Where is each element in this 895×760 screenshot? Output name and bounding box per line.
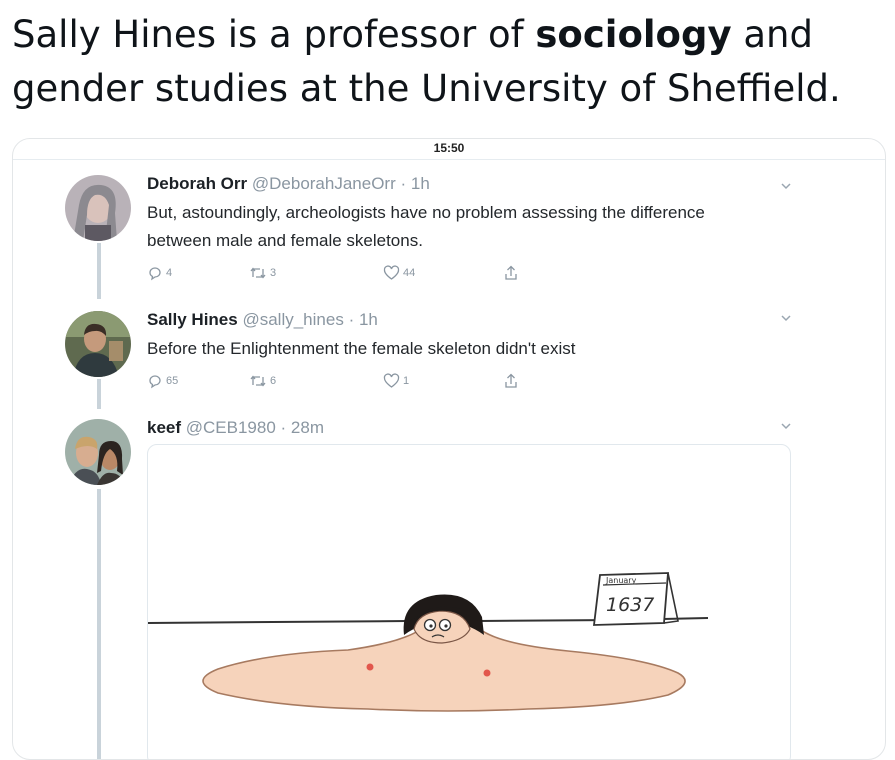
author-handle[interactable]: @sally_hines [242, 310, 343, 329]
divider [13, 159, 885, 160]
avatar[interactable] [65, 175, 131, 241]
chevron-down-icon[interactable] [779, 179, 793, 193]
embedded-screenshot: 15:50 Deborah Orr @DeborahJaneOrr · 1h B… [12, 138, 886, 760]
tweet-text: But, astoundingly, archeologists have no… [147, 203, 705, 250]
status-bar-time: 15:50 [433, 141, 465, 155]
avatar[interactable] [65, 419, 131, 485]
tweet-header: Sally Hines @sally_hines · 1h [147, 309, 865, 331]
like-button[interactable]: 1 [383, 373, 409, 389]
share-icon [503, 373, 519, 389]
reply-count: 65 [166, 375, 179, 387]
author-handle[interactable]: @CEB1980 [186, 418, 276, 437]
author-name[interactable]: Deborah Orr [147, 174, 247, 193]
retweet-icon [249, 265, 267, 281]
retweet-count: 6 [270, 375, 277, 387]
reply-icon [147, 373, 163, 389]
reply-icon [147, 265, 163, 281]
tweet-header: keef @CEB1980 · 28m [147, 417, 865, 439]
avatar[interactable] [65, 311, 131, 377]
retweet-button[interactable]: 6 [249, 373, 276, 389]
tweet[interactable]: Deborah Orr @DeborahJaneOrr · 1h But, as… [147, 173, 865, 255]
retweet-button[interactable]: 3 [249, 265, 276, 281]
like-icon [383, 373, 400, 389]
tweet-actions: 4 3 44 [147, 265, 547, 285]
share-icon [503, 265, 519, 281]
tweet-media-cartoon[interactable]: January 1637 [147, 444, 791, 759]
tweet[interactable]: Sally Hines @sally_hines · 1h Before the… [147, 309, 865, 363]
calendar-month: January [605, 576, 637, 585]
reply-button[interactable]: 4 [147, 265, 172, 281]
retweet-icon [249, 373, 267, 389]
tweet-time: · 1h [348, 310, 378, 329]
reply-button[interactable]: 65 [147, 373, 178, 389]
like-count: 1 [403, 375, 410, 387]
tweet-time: · 28m [280, 418, 324, 437]
chevron-down-icon[interactable] [779, 419, 793, 433]
author-name[interactable]: keef [147, 418, 181, 437]
thread-line [97, 489, 101, 759]
calendar-year: 1637 [606, 594, 654, 616]
caption-text-1: Sally Hines is a professor of [12, 13, 536, 56]
retweet-count: 3 [270, 267, 277, 279]
tweet-header: Deborah Orr @DeborahJaneOrr · 1h [147, 173, 865, 195]
caption-bold-word: sociology [535, 13, 732, 56]
tweet[interactable]: keef @CEB1980 · 28m [147, 417, 865, 439]
reply-count: 4 [166, 267, 173, 279]
tweet-text: Before the Enlightenment the female skel… [147, 339, 576, 358]
like-icon [383, 265, 400, 281]
thread-line [97, 243, 101, 299]
like-button[interactable]: 44 [383, 265, 415, 281]
like-count: 44 [403, 267, 416, 279]
tweet-actions: 65 6 1 [147, 373, 547, 393]
share-button[interactable] [503, 265, 519, 281]
tweet-time: · 1h [400, 174, 430, 193]
share-button[interactable] [503, 373, 519, 389]
author-name[interactable]: Sally Hines [147, 310, 238, 329]
author-handle[interactable]: @DeborahJaneOrr [252, 174, 396, 193]
post-caption: Sally Hines is a professor of sociology … [12, 8, 882, 116]
chevron-down-icon[interactable] [779, 311, 793, 325]
thread-line [97, 379, 101, 409]
